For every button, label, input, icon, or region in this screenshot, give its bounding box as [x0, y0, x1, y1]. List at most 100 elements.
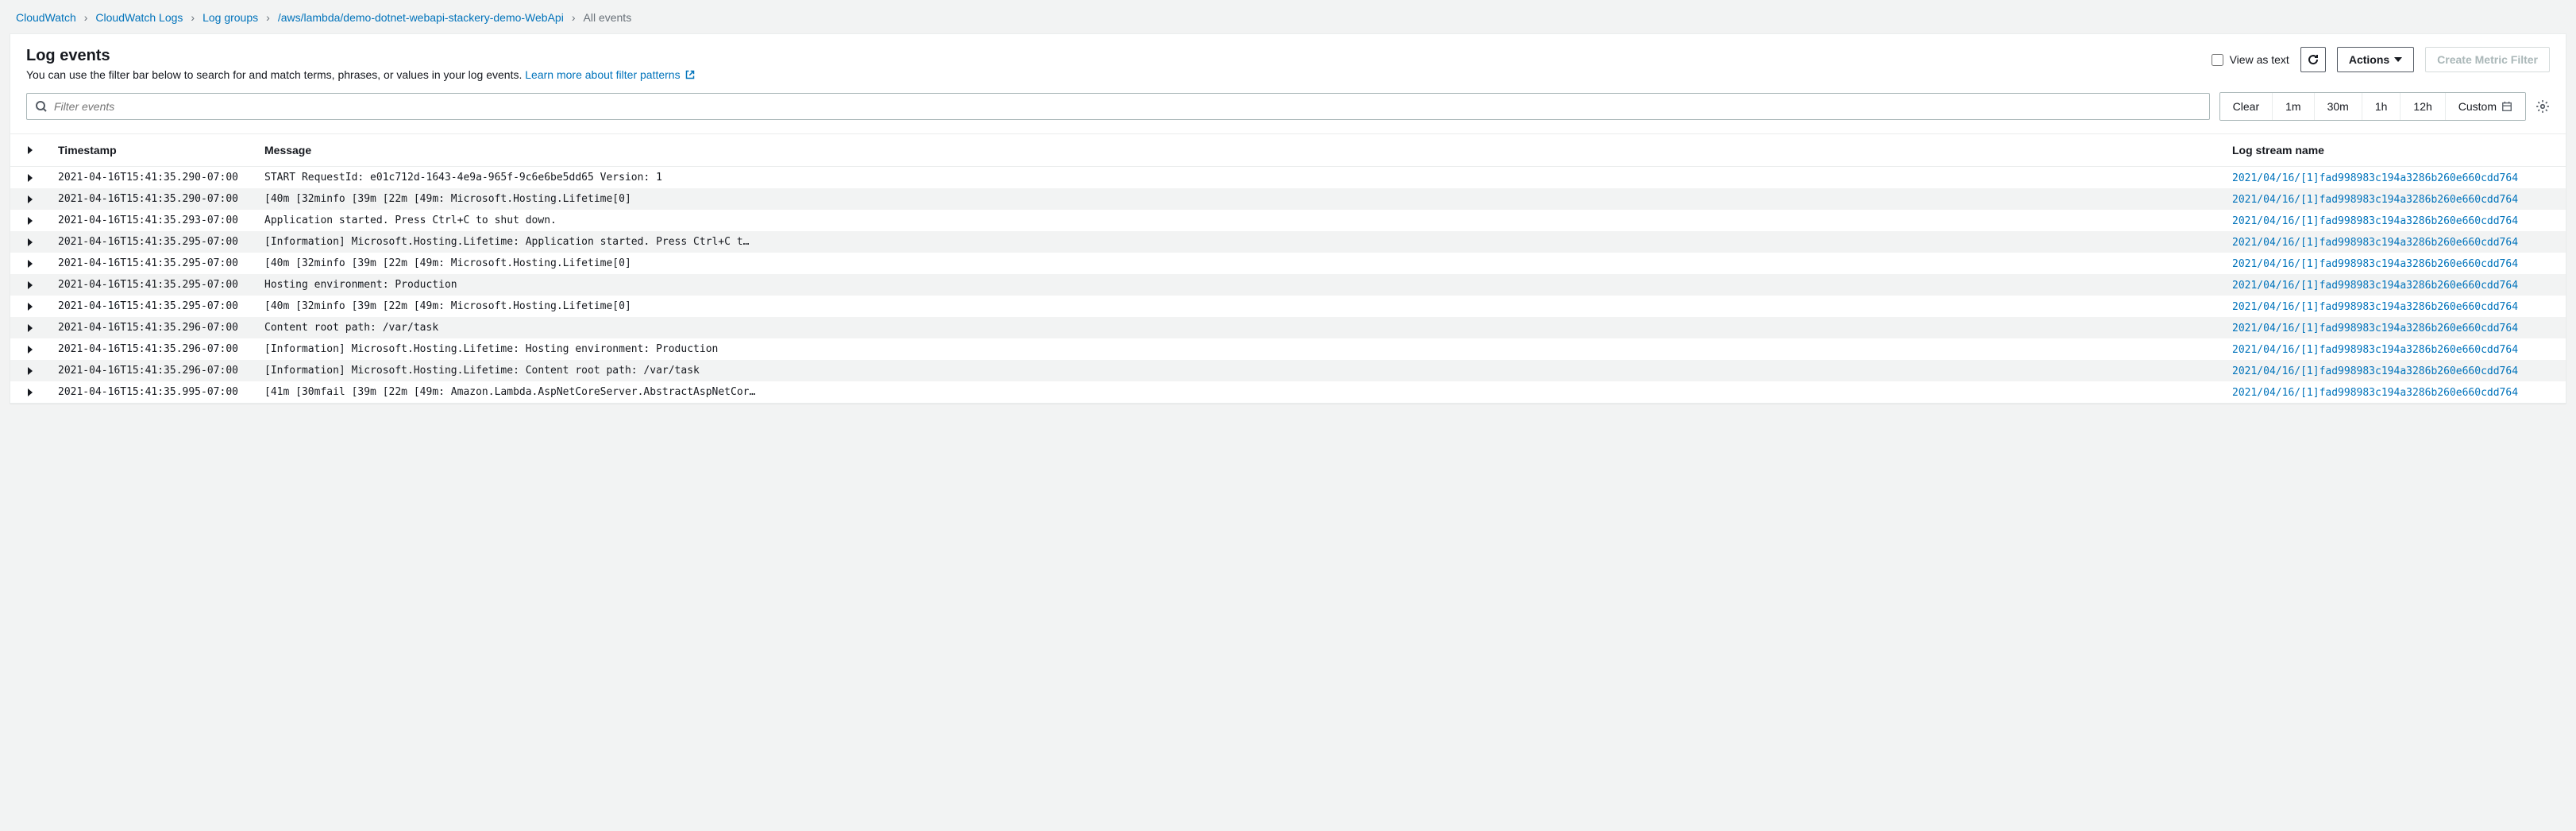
expand-row-icon[interactable] — [28, 195, 33, 203]
page-title: Log events — [26, 47, 695, 65]
chevron-right-icon: › — [191, 11, 195, 24]
stream-cell: 2021/04/16/[1]fad998983c194a3286b260e660… — [2224, 296, 2566, 316]
caret-down-icon — [2394, 57, 2402, 62]
stream-cell: 2021/04/16/[1]fad998983c194a3286b260e660… — [2224, 382, 2566, 402]
stream-cell: 2021/04/16/[1]fad998983c194a3286b260e660… — [2224, 232, 2566, 252]
log-stream-link[interactable]: 2021/04/16/[1]fad998983c194a3286b260e660… — [2232, 301, 2518, 313]
log-stream-link[interactable]: 2021/04/16/[1]fad998983c194a3286b260e660… — [2232, 365, 2518, 377]
expand-row-icon[interactable] — [28, 303, 33, 311]
log-events-panel: Log events You can use the filter bar be… — [10, 33, 2566, 404]
log-stream-link[interactable]: 2021/04/16/[1]fad998983c194a3286b260e660… — [2232, 194, 2518, 206]
time-1h-button[interactable]: 1h — [2362, 93, 2401, 120]
expand-row-icon[interactable] — [28, 324, 33, 332]
expand-row-icon[interactable] — [28, 217, 33, 225]
search-icon — [35, 100, 48, 113]
expand-row-icon[interactable] — [28, 238, 33, 246]
time-range-buttons: Clear 1m 30m 1h 12h Custom — [2219, 92, 2526, 121]
table-row[interactable]: 2021-04-16T15:41:35.295-07:00[Informatio… — [10, 231, 2566, 253]
table-row[interactable]: 2021-04-16T15:41:35.290-07:00[40m [32min… — [10, 188, 2566, 210]
table-header-row: Timestamp Message Log stream name — [10, 133, 2566, 167]
settings-icon[interactable] — [2536, 99, 2550, 114]
message-cell: [Information] Microsoft.Hosting.Lifetime… — [256, 361, 2224, 380]
table-row[interactable]: 2021-04-16T15:41:35.295-07:00[40m [32min… — [10, 253, 2566, 274]
message-cell: [40m [32minfo [39m [22m [49m: Microsoft.… — [256, 254, 2224, 272]
log-stream-link[interactable]: 2021/04/16/[1]fad998983c194a3286b260e660… — [2232, 323, 2518, 334]
chevron-right-icon: › — [572, 11, 576, 24]
stream-cell: 2021/04/16/[1]fad998983c194a3286b260e660… — [2224, 253, 2566, 273]
breadcrumb: CloudWatch › CloudWatch Logs › Log group… — [0, 0, 2576, 33]
log-stream-link[interactable]: 2021/04/16/[1]fad998983c194a3286b260e660… — [2232, 237, 2518, 249]
expand-row-icon[interactable] — [28, 367, 33, 375]
time-1m-button[interactable]: 1m — [2272, 93, 2313, 120]
log-stream-link[interactable]: 2021/04/16/[1]fad998983c194a3286b260e660… — [2232, 387, 2518, 399]
timestamp-cell: 2021-04-16T15:41:35.296-07:00 — [50, 340, 256, 358]
message-cell: [Information] Microsoft.Hosting.Lifetime… — [256, 340, 2224, 358]
col-stream: Log stream name — [2224, 141, 2566, 160]
external-link-icon — [685, 68, 695, 81]
time-custom-button[interactable]: Custom — [2445, 93, 2525, 120]
stream-cell: 2021/04/16/[1]fad998983c194a3286b260e660… — [2224, 318, 2566, 338]
breadcrumb-log-group-name[interactable]: /aws/lambda/demo-dotnet-webapi-stackery-… — [278, 11, 564, 24]
breadcrumb-current: All events — [584, 11, 632, 24]
table-row[interactable]: 2021-04-16T15:41:35.290-07:00START Reque… — [10, 167, 2566, 188]
timestamp-cell: 2021-04-16T15:41:35.293-07:00 — [50, 211, 256, 230]
message-cell: Hosting environment: Production — [256, 276, 2224, 294]
table-row[interactable]: 2021-04-16T15:41:35.295-07:00Hosting env… — [10, 274, 2566, 296]
table-row[interactable]: 2021-04-16T15:41:35.995-07:00[41m [30mfa… — [10, 381, 2566, 403]
page-subtitle: You can use the filter bar below to sear… — [26, 68, 522, 81]
table-row[interactable]: 2021-04-16T15:41:35.296-07:00Content roo… — [10, 317, 2566, 338]
refresh-button[interactable] — [2300, 47, 2326, 72]
log-stream-link[interactable]: 2021/04/16/[1]fad998983c194a3286b260e660… — [2232, 280, 2518, 292]
stream-cell: 2021/04/16/[1]fad998983c194a3286b260e660… — [2224, 339, 2566, 359]
time-12h-button[interactable]: 12h — [2400, 93, 2444, 120]
col-message: Message — [256, 141, 2224, 160]
message-cell: [41m [30mfail [39m [22m [49m: Amazon.Lam… — [256, 383, 2224, 401]
create-metric-filter-button[interactable]: Create Metric Filter — [2425, 47, 2550, 72]
timestamp-cell: 2021-04-16T15:41:35.295-07:00 — [50, 233, 256, 251]
log-stream-link[interactable]: 2021/04/16/[1]fad998983c194a3286b260e660… — [2232, 258, 2518, 270]
col-timestamp: Timestamp — [50, 141, 256, 160]
message-cell: START RequestId: e01c712d-1643-4e9a-965f… — [256, 168, 2224, 187]
table-row[interactable]: 2021-04-16T15:41:35.296-07:00[Informatio… — [10, 360, 2566, 381]
message-cell: [40m [32minfo [39m [22m [49m: Microsoft.… — [256, 297, 2224, 315]
filter-input[interactable] — [54, 100, 2201, 113]
log-stream-link[interactable]: 2021/04/16/[1]fad998983c194a3286b260e660… — [2232, 215, 2518, 227]
message-cell: [Information] Microsoft.Hosting.Lifetime… — [256, 233, 2224, 251]
timestamp-cell: 2021-04-16T15:41:35.295-07:00 — [50, 297, 256, 315]
timestamp-cell: 2021-04-16T15:41:35.295-07:00 — [50, 276, 256, 294]
time-clear-button[interactable]: Clear — [2220, 93, 2272, 120]
stream-cell: 2021/04/16/[1]fad998983c194a3286b260e660… — [2224, 189, 2566, 209]
view-as-text-toggle[interactable]: View as text — [2212, 53, 2289, 66]
timestamp-cell: 2021-04-16T15:41:35.995-07:00 — [50, 383, 256, 401]
message-cell: [40m [32minfo [39m [22m [49m: Microsoft.… — [256, 190, 2224, 208]
calendar-icon — [2501, 101, 2512, 112]
breadcrumb-cloudwatch[interactable]: CloudWatch — [16, 11, 76, 24]
table-row[interactable]: 2021-04-16T15:41:35.295-07:00[40m [32min… — [10, 296, 2566, 317]
chevron-right-icon: › — [266, 11, 270, 24]
log-stream-link[interactable]: 2021/04/16/[1]fad998983c194a3286b260e660… — [2232, 344, 2518, 356]
table-row[interactable]: 2021-04-16T15:41:35.293-07:00Application… — [10, 210, 2566, 231]
view-as-text-checkbox[interactable] — [2212, 54, 2223, 66]
expand-all-icon[interactable] — [28, 146, 33, 154]
time-30m-button[interactable]: 30m — [2314, 93, 2362, 120]
expand-row-icon[interactable] — [28, 260, 33, 268]
timestamp-cell: 2021-04-16T15:41:35.296-07:00 — [50, 361, 256, 380]
breadcrumb-log-groups[interactable]: Log groups — [202, 11, 258, 24]
expand-row-icon[interactable] — [28, 346, 33, 354]
expand-row-icon[interactable] — [28, 281, 33, 289]
stream-cell: 2021/04/16/[1]fad998983c194a3286b260e660… — [2224, 168, 2566, 187]
learn-more-link[interactable]: Learn more about filter patterns — [525, 68, 694, 81]
stream-cell: 2021/04/16/[1]fad998983c194a3286b260e660… — [2224, 275, 2566, 295]
table-row[interactable]: 2021-04-16T15:41:35.296-07:00[Informatio… — [10, 338, 2566, 360]
message-cell: Application started. Press Ctrl+C to shu… — [256, 211, 2224, 230]
actions-dropdown[interactable]: Actions — [2337, 47, 2414, 72]
timestamp-cell: 2021-04-16T15:41:35.296-07:00 — [50, 319, 256, 337]
filter-input-container[interactable] — [26, 93, 2210, 120]
log-stream-link[interactable]: 2021/04/16/[1]fad998983c194a3286b260e660… — [2232, 172, 2518, 184]
expand-row-icon[interactable] — [28, 174, 33, 182]
breadcrumb-cloudwatch-logs[interactable]: CloudWatch Logs — [95, 11, 183, 24]
view-as-text-label: View as text — [2230, 53, 2289, 66]
expand-row-icon[interactable] — [28, 388, 33, 396]
stream-cell: 2021/04/16/[1]fad998983c194a3286b260e660… — [2224, 361, 2566, 381]
message-cell: Content root path: /var/task — [256, 319, 2224, 337]
